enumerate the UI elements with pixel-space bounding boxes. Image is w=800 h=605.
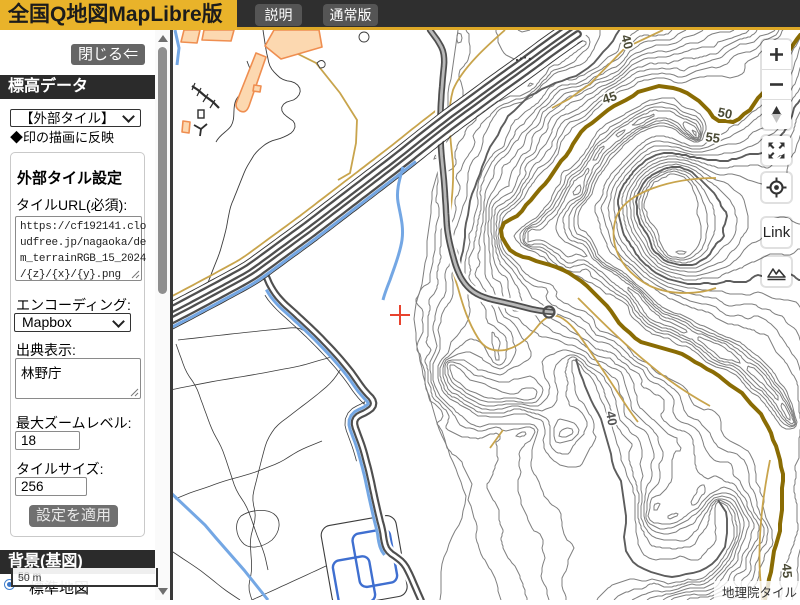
svg-text:50: 50 xyxy=(716,104,733,122)
svg-text:40: 40 xyxy=(603,410,620,427)
svg-text:45: 45 xyxy=(779,563,795,579)
svg-text:55: 55 xyxy=(705,129,721,146)
